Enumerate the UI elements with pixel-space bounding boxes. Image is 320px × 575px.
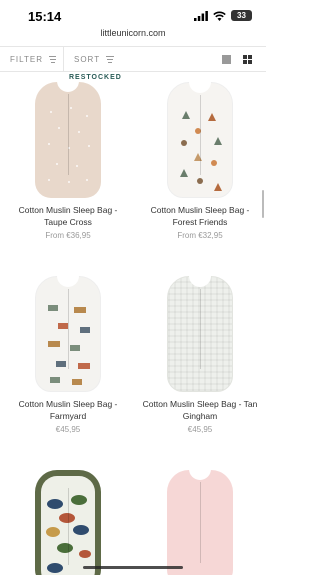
status-time: 15:14	[28, 9, 62, 24]
product-card[interactable]: Cotton Muslin Sleep Bag - Forest Friends…	[138, 78, 262, 240]
sleep-bag-image	[35, 275, 101, 392]
sleep-bag-image	[167, 81, 233, 198]
scrollbar[interactable]	[262, 190, 264, 218]
view-toggle	[222, 54, 266, 64]
product-image[interactable]	[6, 272, 130, 394]
product-image[interactable]	[138, 78, 262, 200]
sleep-bag-image	[35, 80, 101, 198]
product-card[interactable]	[6, 466, 130, 575]
forest-pattern	[180, 111, 222, 191]
product-image[interactable]	[138, 272, 262, 394]
restocked-badge: RESTOCKED	[69, 74, 122, 81]
product-image[interactable]	[6, 466, 130, 575]
product-price: From €32,95	[177, 231, 223, 240]
filter-button[interactable]: FILTER	[0, 47, 64, 71]
product-image[interactable]	[6, 78, 130, 200]
sleep-bag-image	[167, 468, 233, 575]
wifi-icon	[213, 11, 226, 21]
sleep-bag-image	[167, 275, 233, 392]
filter-label: FILTER	[10, 54, 43, 64]
product-title[interactable]: Cotton Muslin Sleep Bag - Tan Gingham	[138, 398, 262, 422]
product-price: €45,95	[55, 425, 81, 434]
home-indicator[interactable]	[83, 566, 183, 569]
product-price: €45,95	[187, 425, 213, 434]
sort-icon	[106, 55, 115, 63]
product-title[interactable]: Cotton Muslin Sleep Bag - Forest Friends	[138, 204, 262, 228]
battery-icon: 33	[231, 10, 252, 21]
collection-toolbar: FILTER SORT	[0, 46, 266, 72]
single-view-icon[interactable]	[222, 54, 231, 64]
sleep-bag-image	[35, 470, 101, 575]
grid-view-icon[interactable]	[243, 54, 252, 64]
filter-icon	[48, 55, 56, 63]
product-card[interactable]: Cotton Muslin Sleep Bag - Tan Gingham €4…	[138, 272, 262, 434]
sort-label: SORT	[74, 54, 101, 64]
status-bar: 15:14 33	[0, 0, 266, 28]
signal-icon	[194, 10, 208, 21]
product-card[interactable]: Cotton Muslin Sleep Bag - Farmyard €45,9…	[6, 272, 130, 434]
product-card[interactable]	[138, 466, 262, 575]
product-title[interactable]: Cotton Muslin Sleep Bag - Taupe Cross	[6, 204, 130, 228]
status-icons: 33	[194, 10, 252, 21]
sort-button[interactable]: SORT	[64, 47, 124, 71]
url-bar[interactable]: littleunicorn.com	[0, 28, 266, 38]
product-price: From €36,95	[45, 231, 91, 240]
product-image[interactable]	[138, 466, 262, 575]
farmyard-pattern	[48, 305, 90, 385]
product-card[interactable]: Cotton Muslin Sleep Bag - Taupe Cross Fr…	[6, 78, 130, 240]
product-title[interactable]: Cotton Muslin Sleep Bag - Farmyard	[6, 398, 130, 422]
